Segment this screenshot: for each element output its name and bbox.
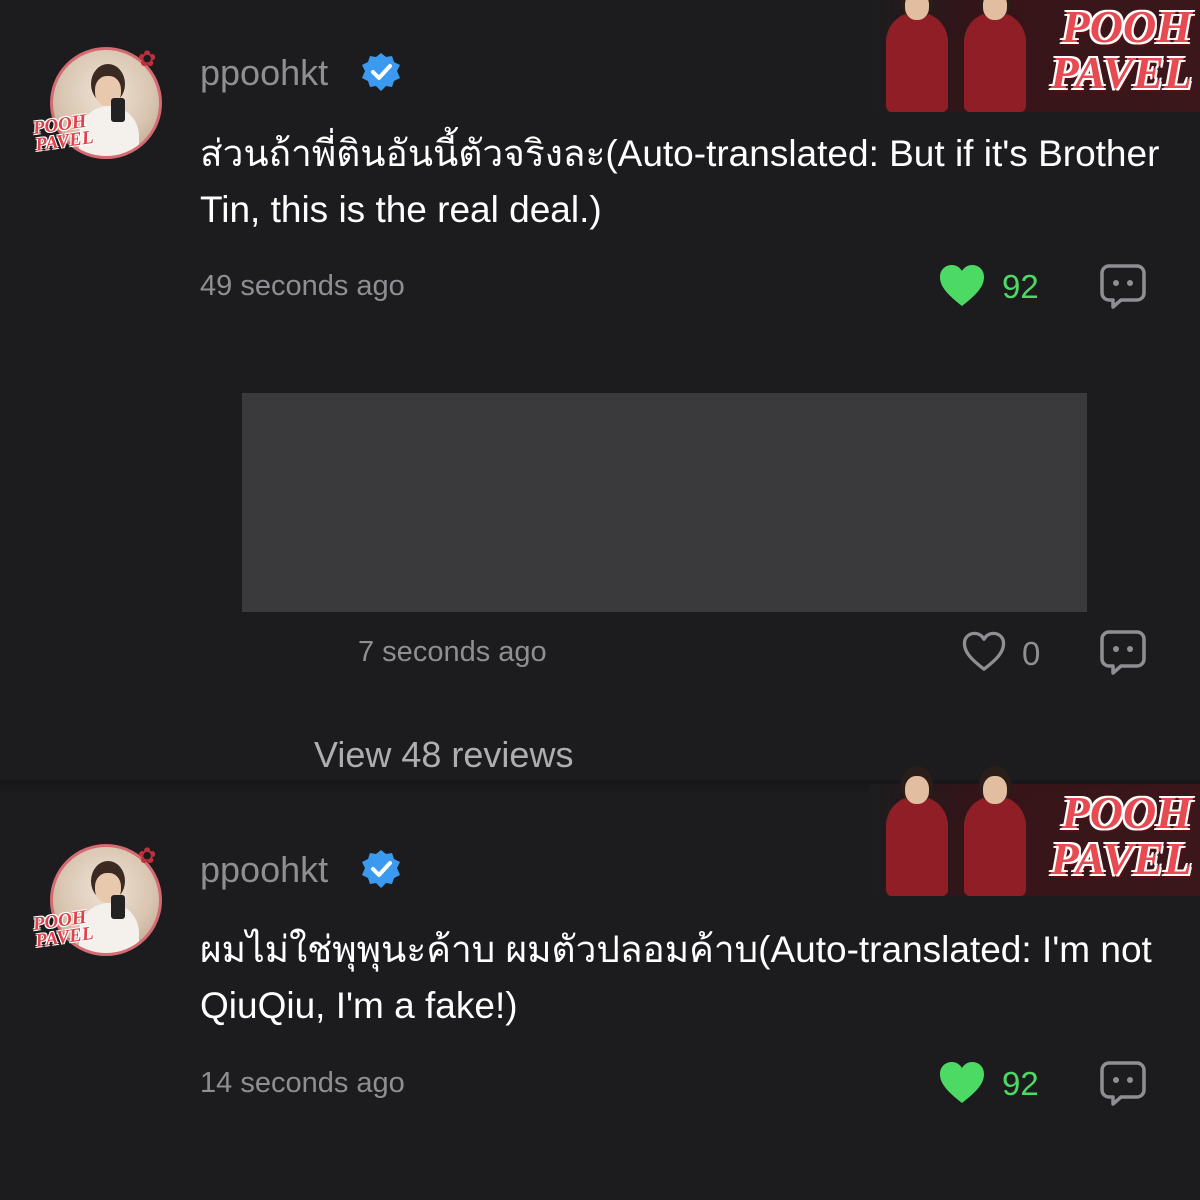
banner-person-right <box>964 766 1026 896</box>
timestamp: 49 seconds ago <box>200 270 405 302</box>
like-count: 92 <box>1002 1065 1039 1102</box>
rose-icon: ✿ <box>138 46 157 71</box>
banner-logo-line1: POOH <box>1061 1 1192 52</box>
comment-bubble-icon[interactable] <box>1099 1059 1147 1107</box>
reply-like-count: 0 <box>1022 635 1041 672</box>
banner-logo-line1: POOH <box>1061 787 1192 838</box>
banner-logo-line2: PAVEL <box>1050 833 1192 884</box>
banner-person-left <box>886 0 948 112</box>
comment-text: ส่วนถ้าพี่ตินอันนี้ตัวจริงละ(Auto-transl… <box>200 133 1160 230</box>
heart-filled-icon[interactable] <box>938 1061 986 1105</box>
like-count: 92 <box>1002 268 1039 305</box>
reply-timestamp: 7 seconds ago <box>358 636 547 668</box>
username[interactable]: ppoohkt <box>200 849 328 891</box>
watermark-banner: POOH PAVEL <box>870 766 1200 896</box>
comment-text: ผมไม่ใช่พุพุนะค้าบ ผมตัวปลอมค้าบ(Auto-tr… <box>200 929 1152 1026</box>
heart-filled-icon[interactable] <box>938 264 986 308</box>
comment-bubble-icon[interactable] <box>1099 628 1147 676</box>
username[interactable]: ppoohkt <box>200 52 328 94</box>
heart-outline-icon[interactable] <box>961 631 1007 673</box>
timestamp: 14 seconds ago <box>200 1067 405 1099</box>
banner-logo-line2: PAVEL <box>1050 47 1192 98</box>
verified-badge-icon <box>362 53 400 91</box>
comment-bubble-icon[interactable] <box>1099 262 1147 310</box>
avatar-logo: POOH PAVEL <box>31 110 95 156</box>
watermark-banner: POOH PAVEL <box>870 0 1200 112</box>
redacted-reply-content <box>242 393 1087 612</box>
banner-person-right <box>964 0 1026 112</box>
banner-person-left <box>886 766 948 896</box>
avatar-logo: POOH PAVEL <box>31 906 95 952</box>
verified-badge-icon <box>362 850 400 888</box>
banner-logo: POOH PAVEL <box>1051 790 1192 882</box>
rose-icon: ✿ <box>138 843 157 868</box>
banner-logo: POOH PAVEL <box>1051 4 1192 96</box>
view-reviews-link[interactable]: View 48 reviews <box>314 734 573 776</box>
